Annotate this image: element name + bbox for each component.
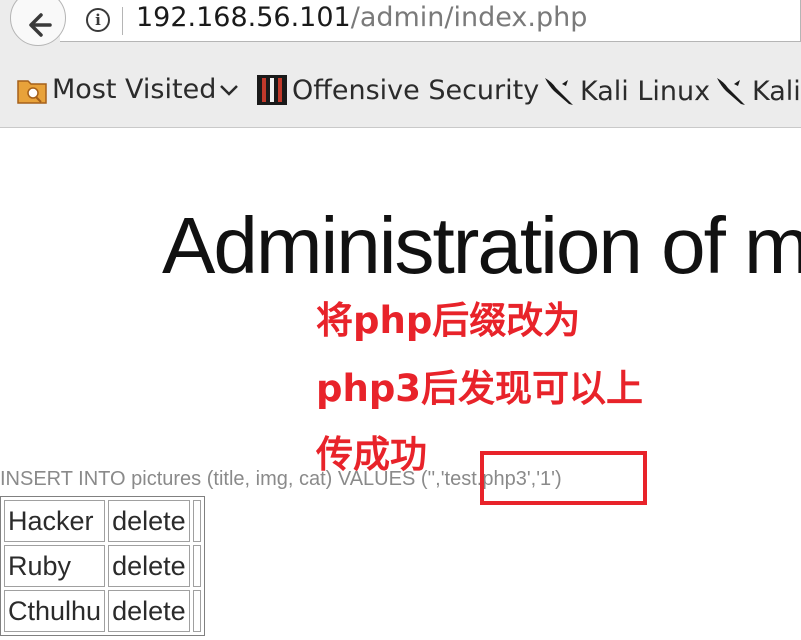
bookmarks-toolbar: Most Visited Offensive Security Kali Lin…: [0, 50, 801, 128]
navigation-toolbar: i 192.168.56.101/admin/index.php: [0, 0, 801, 50]
url-separator: [122, 7, 123, 35]
back-button[interactable]: [10, 0, 66, 46]
annotation-line-2: php3后发现可以上: [316, 367, 644, 410]
table-row: Cthulhu delete: [4, 590, 201, 632]
picture-title: Cthulhu: [4, 590, 106, 632]
picture-title: Ruby: [4, 545, 106, 587]
url-text[interactable]: 192.168.56.101/admin/index.php: [136, 2, 587, 33]
picture-title: Hacker: [4, 500, 106, 542]
bookmark-label: Offensive Security: [292, 74, 540, 106]
table-cell: [192, 545, 201, 587]
table-cell: [192, 590, 201, 632]
offsec-icon: [257, 75, 287, 105]
sql-query-output: INSERT INTO pictures (title, img, cat) V…: [0, 468, 562, 491]
sql-prefix: INSERT INTO pictures (title, img, cat) V…: [0, 468, 421, 490]
back-arrow-icon: [29, 13, 52, 37]
delete-link[interactable]: delete: [108, 545, 190, 587]
table-row: Hacker delete: [4, 500, 201, 542]
bookmark-label: Kali: [752, 75, 801, 107]
bookmark-most-visited[interactable]: Most Visited: [16, 74, 240, 105]
annotation-line-1: 将php后缀改为: [316, 299, 581, 342]
kali-dragon-icon: [717, 78, 745, 105]
table-cell: [192, 500, 201, 542]
bookmark-offensive-security[interactable]: Offensive Security: [256, 74, 539, 106]
url-host: 192.168.56.101: [136, 2, 351, 33]
kali-dragon-icon: [545, 78, 573, 105]
annotation-highlight-box: [480, 451, 647, 505]
bookmark-label: Kali Linux: [580, 75, 711, 107]
bookmark-label: Most Visited: [52, 74, 217, 105]
url-bar[interactable]: i 192.168.56.101/admin/index.php: [60, 0, 801, 42]
info-icon[interactable]: i: [86, 8, 110, 32]
bookmark-kali-linux[interactable]: Kali Linux: [542, 74, 710, 108]
delete-link[interactable]: delete: [108, 500, 190, 542]
chevron-down-icon: [220, 84, 239, 96]
pictures-table: Hacker delete Ruby delete Cthulhu delete: [0, 496, 205, 636]
url-path: /admin/index.php: [350, 2, 588, 33]
page-title: Administration of m: [162, 201, 801, 290]
bookmark-kali[interactable]: Kali: [714, 74, 801, 108]
delete-link[interactable]: delete: [108, 590, 190, 632]
folder-icon: [17, 79, 47, 104]
table-row: Ruby delete: [4, 545, 201, 587]
